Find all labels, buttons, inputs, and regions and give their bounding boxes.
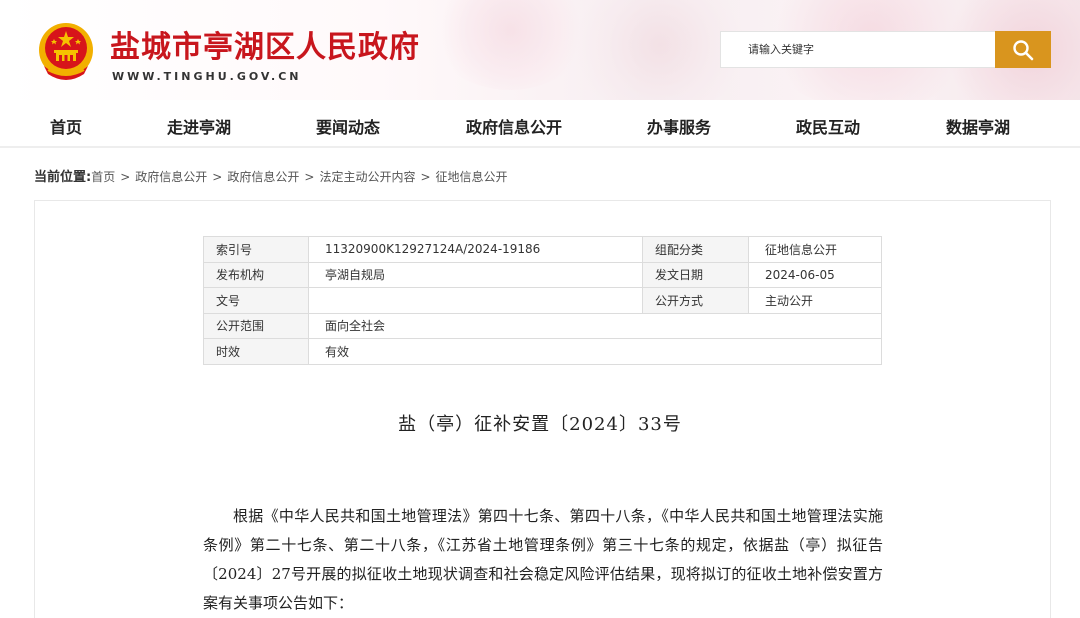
nav-item-news[interactable]: 要闻动态 <box>316 114 380 138</box>
breadcrumb: 当前位置:首页 > 政府信息公开 > 政府信息公开 > 法定主动公开内容 > 征地信息公开 <box>34 166 508 185</box>
breadcrumb-separator: > <box>304 170 315 184</box>
meta-label: 公开方式 <box>642 287 749 314</box>
nav-item-home[interactable]: 首页 <box>50 114 82 138</box>
table-row: 发布机构 亭湖自规局 发文日期 2024-06-05 <box>203 261 882 288</box>
nav-item-services[interactable]: 办事服务 <box>647 114 711 138</box>
breadcrumb-link[interactable]: 政府信息公开 <box>227 170 299 184</box>
document-meta-table: 索引号 11320900K12927124A/2024-19186 组配分类 征… <box>203 236 882 365</box>
search-input[interactable] <box>721 32 995 67</box>
meta-value: 11320900K12927124A/2024-19186 <box>308 236 643 263</box>
table-row: 索引号 11320900K12927124A/2024-19186 组配分类 征… <box>203 236 882 263</box>
meta-value: 有效 <box>308 338 882 365</box>
nav-item-gov-info[interactable]: 政府信息公开 <box>466 114 562 138</box>
breadcrumb-label: 当前位置: <box>34 170 92 185</box>
meta-label: 发文日期 <box>642 261 749 288</box>
meta-value: 主动公开 <box>748 287 882 314</box>
national-emblem-icon[interactable] <box>34 20 98 84</box>
meta-label: 发布机构 <box>203 261 309 288</box>
breadcrumb-separator: > <box>120 170 131 184</box>
meta-value: 2024-06-05 <box>748 261 882 288</box>
meta-value: 征地信息公开 <box>748 236 882 263</box>
table-row: 文号 公开方式 主动公开 <box>203 287 882 314</box>
meta-label: 索引号 <box>203 236 309 263</box>
breadcrumb-link[interactable]: 首页 <box>91 170 115 184</box>
breadcrumb-link[interactable]: 政府信息公开 <box>135 170 207 184</box>
site-header: 盐城市亭湖区人民政府 WWW.TINGHU.GOV.CN <box>0 0 1080 100</box>
search-box <box>720 31 995 68</box>
breadcrumb-link[interactable]: 征地信息公开 <box>436 170 508 184</box>
meta-value: 亭湖自规局 <box>308 261 643 288</box>
nav-item-about[interactable]: 走进亭湖 <box>167 114 231 138</box>
document-body: 根据《中华人民共和国土地管理法》第四十七条、第四十八条，《中华人民共和国土地管理… <box>203 507 883 612</box>
meta-label: 公开范围 <box>203 312 309 339</box>
nav-item-data[interactable]: 数据亭湖 <box>946 114 1010 138</box>
nav-item-interaction[interactable]: 政民互动 <box>796 114 860 138</box>
meta-label: 文号 <box>203 287 309 314</box>
site-title[interactable]: 盐城市亭湖区人民政府 <box>110 22 420 66</box>
site-domain: WWW.TINGHU.GOV.CN <box>112 70 302 83</box>
breadcrumb-separator: > <box>420 170 431 184</box>
breadcrumb-separator: > <box>212 170 223 184</box>
search-button[interactable] <box>995 31 1051 68</box>
meta-value: 面向全社会 <box>308 312 882 339</box>
search-icon <box>1013 39 1034 60</box>
table-row: 公开范围 面向全社会 <box>203 312 882 339</box>
main-nav: 首页 走进亭湖 要闻动态 政府信息公开 办事服务 政民互动 数据亭湖 <box>0 100 1080 148</box>
breadcrumb-link[interactable]: 法定主动公开内容 <box>319 170 415 184</box>
document-title: 盐（亭）征补安置〔2024〕33号 <box>398 414 682 435</box>
meta-label: 组配分类 <box>642 236 749 263</box>
table-row: 时效 有效 <box>203 338 882 365</box>
meta-value <box>308 287 643 314</box>
meta-label: 时效 <box>203 338 309 365</box>
